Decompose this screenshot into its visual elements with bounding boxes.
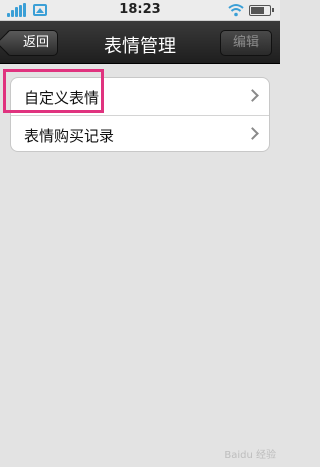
wifi-icon (228, 4, 244, 17)
edit-button[interactable]: 编辑 (220, 30, 272, 56)
list-item-purchase-history[interactable]: 表情购买记录 (11, 116, 269, 153)
chevron-right-icon (246, 127, 259, 140)
list-item-label: 表情购买记录 (24, 127, 115, 145)
chevron-right-icon (246, 89, 259, 102)
highlight-annotation (3, 69, 104, 113)
status-bar: 18:23 (0, 0, 280, 21)
battery-icon (249, 5, 274, 16)
nav-bar: 返回 表情管理 编辑 (0, 21, 280, 64)
watermark: Baidu 经验 (224, 450, 276, 461)
